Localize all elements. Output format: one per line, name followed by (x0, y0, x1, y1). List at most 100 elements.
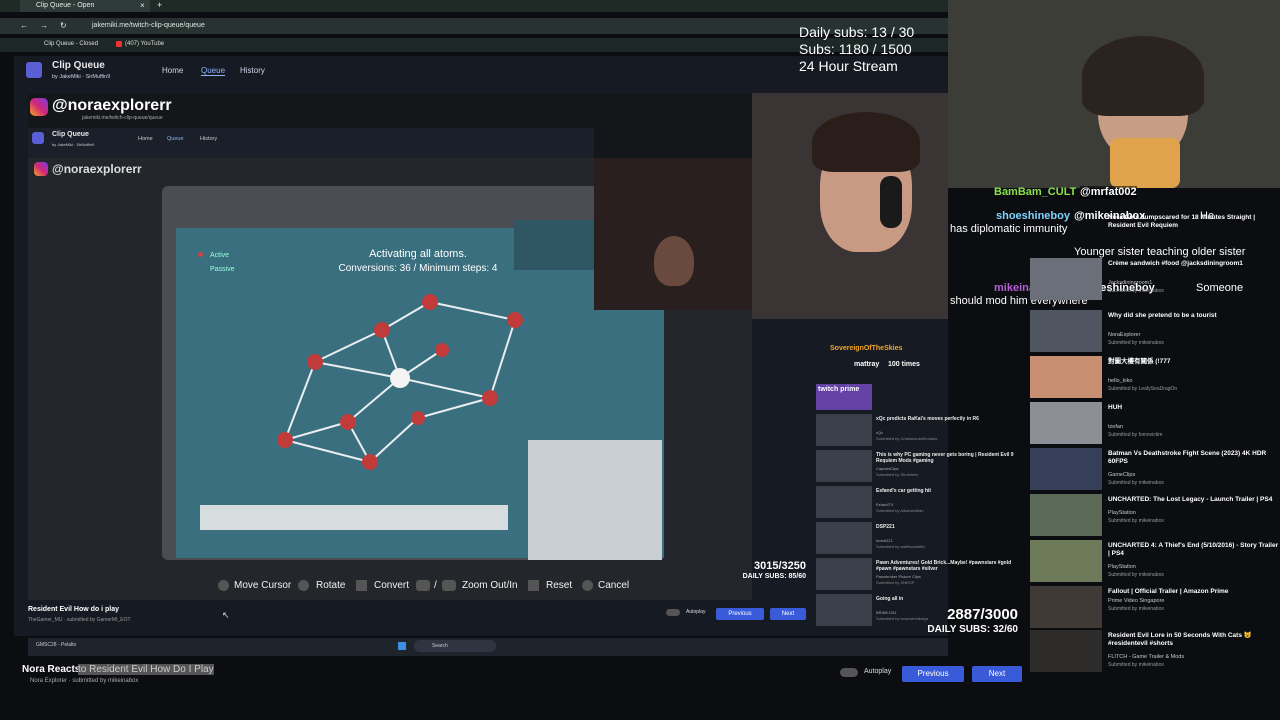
queue-item-channel: NoraExplorer (1108, 332, 1141, 338)
queue-item[interactable]: Fallout | Official Trailer | Amazon Prim… (1030, 586, 1280, 630)
queue-item-title: 對圖大樓有關係 (!777 (1108, 358, 1171, 365)
close-tab-icon[interactable]: × (140, 1, 145, 10)
mini-queue-item[interactable]: This is why PC gaming never gets boring … (816, 450, 1026, 484)
mini-queue-item[interactable]: xQc predicts RaKai's moves perfectly in … (816, 414, 1026, 448)
bottom-autoplay-toggle[interactable] (840, 668, 858, 677)
screen-keypad (528, 440, 662, 560)
queue-item-channel: Prime Video Singapore (1108, 598, 1165, 604)
forward-icon[interactable]: → (40, 21, 48, 30)
previous-button-inner[interactable]: Previous (716, 608, 764, 620)
mini-queue-channel: xQc (876, 430, 884, 435)
screen-panel (514, 220, 594, 270)
taskbar-search-box[interactable] (414, 640, 496, 652)
previous-button[interactable]: Previous (902, 666, 964, 682)
queue-item[interactable]: Nora Gets Jumpscared for 18 Minutes Stra… (1030, 212, 1280, 256)
queue-item-channel: Jacksdiningroom1 (1108, 280, 1153, 286)
mini-queue-submitter: Submitted by swiftboxsteffa (876, 544, 925, 549)
screen-input-bar (200, 505, 508, 530)
queue-item-title: Resident Evil Lore in 50 Seconds With Ca… (1108, 632, 1252, 647)
inner-daily-subs: DAILY SUBS: 85/60 (742, 573, 806, 580)
queue-item[interactable]: Why did she pretend to be a tourist Nora… (1030, 310, 1280, 354)
mini-queue-thumbnail (816, 522, 872, 554)
bottom-autoplay-label: Autoplay (864, 668, 892, 675)
inner-site-header (28, 128, 594, 158)
legend-active: Active (210, 252, 230, 259)
mini-queue-channel: EsfandTV (876, 502, 894, 507)
taskbar-search[interactable]: Search (432, 643, 448, 649)
atom-lattice (277, 294, 523, 470)
reset-icon (528, 580, 539, 591)
queue-item-channel: tzefan (1108, 424, 1123, 430)
queue-item-submitter: Submitted by mikeinabox (1108, 288, 1164, 294)
next-button-inner[interactable]: Next (770, 608, 806, 620)
queue-item[interactable]: Batman Vs Deathstroke Fight Scene (2023)… (1030, 448, 1280, 492)
next-label-inner: Next (781, 611, 795, 617)
queue-item-submitter: Submitted by mikeinabox (1108, 518, 1164, 524)
url-text[interactable]: jakemiki.me/twitch-clip-queue/queue (92, 22, 205, 29)
bottom-title-b: to Resident Evil How Do I Play (78, 664, 214, 675)
control-rotate: Rotate (316, 580, 346, 591)
move-cursor-icon (218, 580, 229, 591)
mini-queue-thumbnail (816, 558, 872, 590)
queue-thumbnail (1030, 310, 1102, 352)
site-title: Clip Queue (52, 60, 105, 71)
control-zoom: Zoom Out/In (462, 580, 518, 591)
queue-item[interactable]: UNCHARTED: The Lost Legacy - Launch Trai… (1030, 494, 1280, 538)
next-button[interactable]: Next (972, 666, 1022, 682)
bookmark-youtube[interactable]: (407) YouTube (125, 41, 164, 47)
mini-chat-user-1: mattray (854, 361, 880, 368)
mouse-cursor-icon: ↖ (222, 610, 230, 620)
outer-daily-subs: DAILY SUBS: 32/60 (927, 624, 1018, 635)
queue-item-submitter: Submitted by mikeinabox (1108, 606, 1164, 612)
mini-queue-title: Going all in (876, 596, 904, 602)
autoplay-toggle[interactable] (666, 609, 680, 616)
mini-queue-thumbnail (816, 414, 872, 446)
mini-queue-item[interactable]: Pawn Adventures! Gold Brick...Maybe! #pa… (816, 558, 1026, 592)
twitch-prime-badge: twitch prime (816, 384, 872, 410)
clip-title: Resident Evil How do i play (28, 606, 120, 613)
nav-queue[interactable]: Queue (201, 66, 226, 76)
queue-item[interactable]: Resident Evil Lore in 50 Seconds With Ca… (1030, 630, 1280, 674)
mini-queue-item[interactable]: Esfand's car getting hit EsfandTV Submit… (816, 486, 1026, 520)
queue-item-channel: PlayStation (1108, 564, 1136, 570)
back-icon[interactable]: ← (20, 21, 28, 30)
nav-home[interactable]: Home (162, 66, 183, 75)
queue-item-title: Batman Vs Deathstroke Fight Scene (2023)… (1108, 450, 1267, 465)
reload-icon[interactable]: ↻ (60, 21, 67, 30)
bookmark-clip-queue[interactable]: Clip Queue - Closed (44, 41, 98, 47)
inner-site-title: Clip Queue (52, 131, 89, 138)
headphones-mic (880, 176, 902, 228)
queue-item[interactable]: UNCHARTED 4: A Thief's End (5/10/2016) -… (1030, 540, 1280, 584)
new-tab-icon[interactable]: + (157, 0, 162, 10)
queue-item-submitter: Submitted by mikeinabox (1108, 340, 1164, 346)
mini-queue-submitter: Submitted by CristianoussRenaldo (876, 436, 938, 441)
bottom-title-a: Nora Reacts (22, 664, 81, 675)
previous-label: Previous (917, 669, 949, 678)
queue-item-title: Crème sandwich #food @jacksdiningroom1 (1108, 260, 1243, 267)
inner-streamer-figure (654, 236, 694, 286)
browser-tab[interactable]: Clip Queue - Open × (20, 0, 150, 12)
queue-item[interactable]: 對圖大樓有關係 (!777 hello_kiko Submitted by Le… (1030, 356, 1280, 400)
rotate-icon (298, 580, 309, 591)
inner-sub-count: 3015/3250 (754, 560, 806, 572)
nav-history[interactable]: History (240, 66, 265, 75)
inner-instagram-icon (34, 162, 48, 176)
inner-url: jakemiki.me/twitch-clip-queue/queue (82, 115, 163, 121)
clip-queue-logo-icon (26, 62, 42, 78)
queue-item[interactable]: Crème sandwich #food @jacksdiningroom1 J… (1030, 258, 1280, 302)
queue-item-title: Why did she pretend to be a tourist (1108, 312, 1217, 319)
streamer-cam-inner (594, 158, 752, 310)
inner-nav-history: History (200, 136, 218, 142)
windows-start-icon[interactable] (398, 642, 406, 650)
control-reset: Reset (546, 580, 573, 591)
instagram-icon (30, 98, 48, 116)
queue-item-title: HUH (1108, 404, 1123, 411)
queue-item-submitter: Submitted by fomovictim (1108, 432, 1163, 438)
mini-queue-item[interactable]: DSP221 mobb221 Submitted by swiftboxstef… (816, 522, 1026, 556)
stream-label: 24 Hour Stream (799, 58, 898, 74)
top-streamer-hair (1082, 36, 1204, 116)
queue-item-title: UNCHARTED: The Lost Legacy - Launch Trai… (1108, 496, 1273, 503)
control-move: Move Cursor (234, 580, 292, 591)
queue-item[interactable]: HUH tzefan Submitted by fomovictim (1030, 402, 1280, 446)
zoom-out-icon (416, 580, 430, 591)
